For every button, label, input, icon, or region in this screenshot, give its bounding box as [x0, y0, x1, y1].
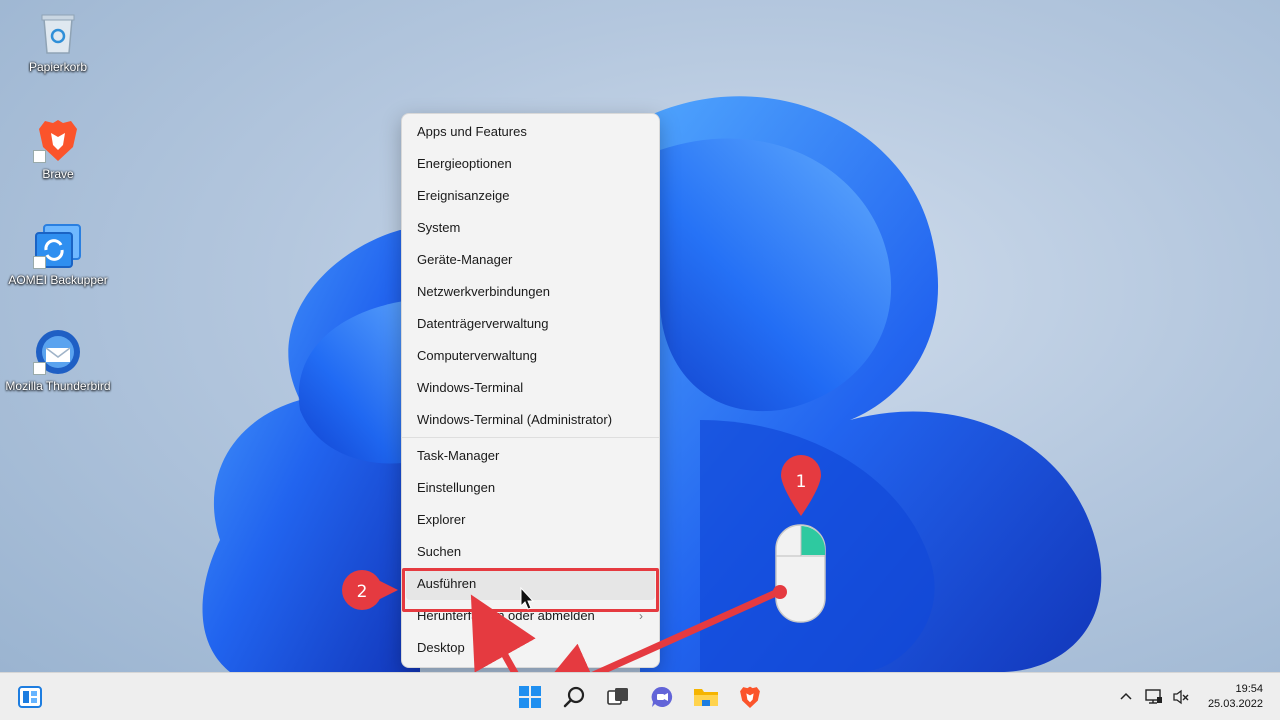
- menu-item-suchen[interactable]: Suchen: [402, 536, 659, 568]
- taskbar: 19:54 25.03.2022: [0, 672, 1280, 720]
- brave-icon: [740, 686, 760, 708]
- menu-item-netzwerkverbindungen[interactable]: Netzwerkverbindungen: [402, 276, 659, 308]
- widgets-icon: [18, 686, 42, 708]
- volume-button[interactable]: [1168, 681, 1194, 713]
- menu-item-computerverwaltung[interactable]: Computerverwaltung: [402, 340, 659, 372]
- thunderbird-icon: [33, 327, 83, 377]
- desktop-icon-label: Mozilla Thunderbird: [5, 379, 111, 393]
- search-button[interactable]: [558, 681, 590, 713]
- menu-item-windows-terminal[interactable]: Windows-Terminal: [402, 372, 659, 404]
- chevron-up-icon: [1120, 692, 1132, 700]
- menu-item-einstellungen[interactable]: Einstellungen: [402, 472, 659, 504]
- aomei-backupper-icon: [33, 221, 83, 271]
- start-button[interactable]: [514, 681, 546, 713]
- clock-time: 19:54: [1235, 683, 1263, 695]
- file-explorer-icon: [694, 689, 718, 706]
- menu-item-desktop[interactable]: Desktop: [402, 632, 659, 664]
- menu-item-ereignisanzeige[interactable]: Ereignisanzeige: [402, 180, 659, 212]
- desktop-icon-aomei-backupper[interactable]: AOMEI Backupper: [3, 221, 113, 287]
- clock-date: 25.03.2022: [1207, 698, 1263, 710]
- widgets-button[interactable]: [14, 681, 46, 713]
- desktop-icon-brave[interactable]: Brave: [3, 115, 113, 181]
- menu-item-apps-und-features[interactable]: Apps und Features: [402, 116, 659, 148]
- teams-chat-button[interactable]: [646, 681, 678, 713]
- desktop-icon-label: Brave: [42, 167, 74, 181]
- search-icon: [563, 686, 585, 708]
- desktop-icon-label: Papierkorb: [28, 60, 88, 74]
- clock[interactable]: 19:54 25.03.2022: [1208, 682, 1263, 712]
- file-explorer-button[interactable]: [690, 681, 722, 713]
- network-icon: [1145, 689, 1162, 704]
- chevron-right-icon: ›: [639, 609, 643, 623]
- shortcut-arrow-icon: [33, 150, 46, 163]
- menu-item-energieoptionen[interactable]: Energieoptionen: [402, 148, 659, 180]
- menu-item-task-manager[interactable]: Task-Manager: [402, 440, 659, 472]
- menu-item-windows-terminal-admin[interactable]: Windows-Terminal (Administrator): [402, 404, 659, 436]
- network-button[interactable]: [1140, 681, 1168, 713]
- teams-chat-icon: [651, 686, 673, 707]
- menu-separator: [402, 437, 659, 438]
- brave-icon: [33, 115, 83, 165]
- desktop-icon-label: AOMEI Backupper: [8, 273, 108, 287]
- menu-item-explorer[interactable]: Explorer: [402, 504, 659, 536]
- shortcut-arrow-icon: [33, 256, 46, 269]
- task-view-button[interactable]: [602, 681, 634, 713]
- recycle-bin-icon: [33, 8, 83, 58]
- menu-item-geraete-manager[interactable]: Geräte-Manager: [402, 244, 659, 276]
- brave-taskbar-button[interactable]: [734, 681, 766, 713]
- menu-item-datentraegerverwaltung[interactable]: Datenträgerverwaltung: [402, 308, 659, 340]
- shortcut-arrow-icon: [33, 362, 46, 375]
- volume-muted-icon: [1173, 689, 1189, 705]
- tray-overflow-button[interactable]: [1112, 681, 1140, 713]
- menu-item-ausfuehren[interactable]: Ausführen: [406, 568, 655, 600]
- desktop-icon-thunderbird[interactable]: Mozilla Thunderbird: [3, 327, 113, 393]
- task-view-icon: [607, 688, 628, 705]
- menu-item-label: Herunterfahren oder abmelden: [417, 608, 595, 623]
- start-icon: [519, 686, 541, 708]
- winx-context-menu: Apps und Features Energieoptionen Ereign…: [401, 113, 660, 668]
- menu-item-system[interactable]: System: [402, 212, 659, 244]
- menu-item-herunterfahren[interactable]: Herunterfahren oder abmelden ›: [402, 600, 659, 632]
- desktop-icon-recycle-bin[interactable]: Papierkorb: [3, 8, 113, 74]
